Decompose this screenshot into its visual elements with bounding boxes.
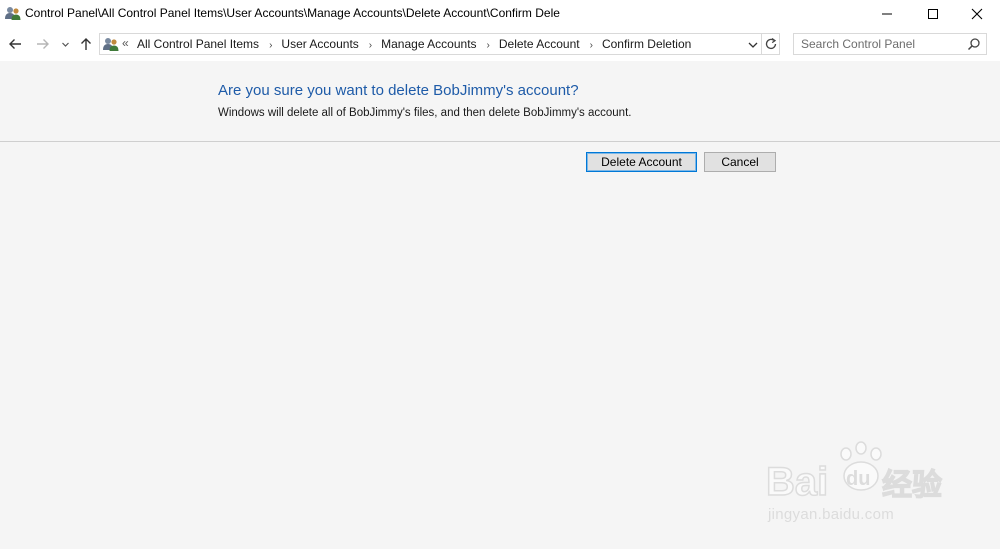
breadcrumb-overflow[interactable]: «	[122, 36, 129, 50]
search-box[interactable]	[793, 33, 987, 55]
breadcrumb-separator[interactable]: ›	[269, 40, 272, 51]
svg-text:Bai: Bai	[766, 460, 828, 502]
watermark-url: jingyan.baidu.com	[768, 506, 895, 523]
minimize-button[interactable]	[864, 0, 910, 28]
breadcrumb-separator[interactable]: ›	[590, 40, 593, 51]
breadcrumb-all-control-panel-items[interactable]: All Control Panel Items	[137, 37, 259, 51]
forward-button[interactable]	[32, 33, 54, 55]
up-arrow-icon	[81, 38, 91, 50]
maximize-button[interactable]	[910, 0, 956, 28]
address-divider	[761, 34, 762, 54]
breadcrumb-user-accounts[interactable]: User Accounts	[281, 37, 358, 51]
back-arrow-icon	[9, 39, 21, 49]
breadcrumb-delete-account[interactable]: Delete Account	[499, 37, 580, 51]
svg-text:du: du	[846, 468, 870, 490]
refresh-icon[interactable]	[763, 36, 779, 52]
maximize-icon	[928, 9, 938, 19]
breadcrumb-separator[interactable]: ›	[487, 40, 490, 51]
title-bar: Control Panel\All Control Panel Items\Us…	[0, 0, 1000, 28]
recent-locations-button[interactable]	[58, 33, 72, 55]
delete-account-button[interactable]: Delete Account	[586, 152, 697, 172]
search-input[interactable]	[794, 34, 964, 54]
divider	[0, 141, 1000, 142]
minimize-icon	[882, 13, 892, 15]
control-panel-icon	[103, 38, 119, 51]
search-icon[interactable]	[967, 37, 981, 51]
cancel-button[interactable]: Cancel	[704, 152, 776, 172]
svg-text:经验: 经验	[882, 468, 942, 502]
back-button[interactable]	[4, 33, 26, 55]
page-title: Are you sure you want to delete BobJimmy…	[218, 82, 579, 99]
baidu-watermark: Bai du 经验 jingyan.baidu.com	[766, 440, 956, 530]
user-accounts-icon	[5, 7, 21, 20]
window-title: Control Panel\All Control Panel Items\Us…	[25, 6, 560, 20]
address-history-chevron-icon[interactable]	[746, 38, 760, 52]
chevron-down-icon	[61, 42, 69, 47]
breadcrumb-separator[interactable]: ›	[369, 40, 372, 51]
up-button[interactable]	[75, 33, 97, 55]
close-button[interactable]	[954, 0, 1000, 28]
close-icon	[971, 8, 983, 20]
breadcrumb-confirm-deletion[interactable]: Confirm Deletion	[602, 37, 691, 51]
confirmation-panel: Are you sure you want to delete BobJimmy…	[0, 61, 1000, 141]
address-bar[interactable]: « All Control Panel Items › User Accounts ›…	[99, 33, 780, 55]
baidu-logo-icon: Bai du 经验	[766, 441, 943, 502]
breadcrumb: All Control Panel Items › User Accounts › Ma…	[137, 37, 691, 51]
forward-arrow-icon	[37, 39, 49, 49]
breadcrumb-manage-accounts[interactable]: Manage Accounts	[381, 37, 476, 51]
page-description: Windows will delete all of BobJimmy's fi…	[218, 107, 632, 119]
navigation-bar: « All Control Panel Items › User Accounts ›…	[0, 28, 1000, 61]
